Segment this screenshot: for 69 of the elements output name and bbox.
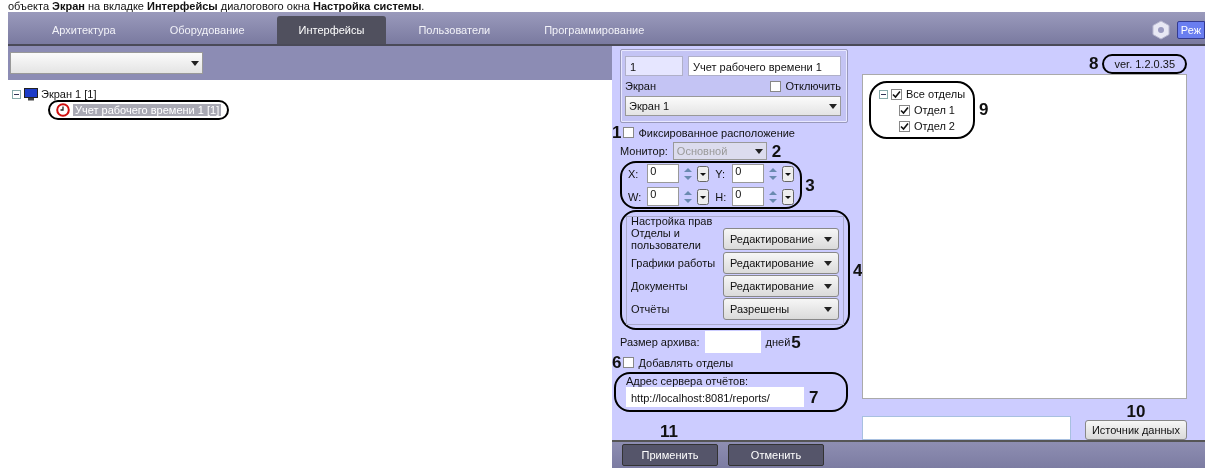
hexagon-icon[interactable]	[1150, 20, 1171, 40]
caret-icon	[824, 306, 832, 312]
dropdown-icon[interactable]	[697, 188, 710, 205]
coord-field[interactable]: 0	[647, 187, 680, 206]
callout-number: 5	[791, 333, 801, 351]
dropdown-icon[interactable]	[782, 188, 795, 205]
unit-label: дней	[765, 336, 791, 348]
callout-number: 7	[809, 388, 819, 406]
screen-dropdown[interactable]: Экран 1	[625, 96, 841, 116]
mode-button[interactable]: Реж	[1176, 21, 1205, 39]
archive-label: Размер архива:	[620, 336, 700, 348]
caret-icon	[754, 148, 763, 154]
monitor-label: Монитор:	[620, 145, 668, 157]
dropdown-icon[interactable]	[782, 165, 795, 182]
screen-label: Экран	[625, 80, 657, 92]
datasource-button[interactable]: Источник данных	[1084, 420, 1187, 440]
department-checkbox[interactable]: Все отделы	[891, 88, 966, 101]
add-departments-checkbox[interactable]: Добавлять отделы	[623, 356, 734, 369]
cancel-button[interactable]: Отменить	[728, 444, 824, 466]
apply-button[interactable]: Применить	[622, 444, 718, 466]
name-field[interactable]: Учет рабочего времени 1	[688, 56, 841, 76]
rights-dropdown[interactable]: Разрешены	[723, 298, 839, 320]
tab[interactable]: Интерфейсы	[276, 16, 387, 44]
rights-label: Документы	[631, 280, 689, 292]
fixed-position-checkbox[interactable]: Фиксированное расположение	[623, 126, 795, 139]
rights-dropdown[interactable]: Редактирование	[723, 252, 839, 274]
clock-icon	[56, 103, 70, 117]
collapse-icon[interactable]	[879, 90, 888, 99]
coord-field[interactable]: 0	[647, 164, 680, 183]
rights-dropdown[interactable]: Редактирование	[723, 275, 839, 297]
archive-field[interactable]	[704, 331, 761, 353]
coord-label: Y:	[715, 167, 727, 180]
disable-checkbox[interactable]: Отключить	[770, 80, 841, 92]
coord-field[interactable]: 0	[732, 164, 765, 183]
tree-item[interactable]: Экран 1 [1]	[41, 88, 97, 100]
document-caption: объекта Экран на вкладке Интерфейсы диалогового окна Настройка системы.	[7, 0, 426, 12]
coord-label: X:	[628, 167, 640, 180]
callout-number: 4	[853, 261, 863, 279]
callout-number: 9	[979, 101, 989, 119]
monitor-icon	[24, 87, 38, 101]
caret-icon	[829, 103, 837, 109]
callout-number: 6	[612, 354, 622, 371]
callout-number: 11	[658, 423, 680, 440]
rights-label: Отделы и пользователи	[631, 227, 702, 251]
coord-field[interactable]: 0	[732, 187, 765, 206]
callout-number: 8	[1089, 55, 1099, 73]
server-label: Адрес сервера отчётов:	[626, 375, 750, 387]
caret-icon	[824, 236, 832, 242]
dropdown-icon[interactable]	[697, 165, 710, 182]
caret-icon	[824, 283, 832, 289]
datasource-field[interactable]	[862, 416, 1071, 440]
coord-label: W:	[628, 190, 642, 203]
rights-label: Графики работы	[631, 257, 717, 269]
rights-group-title: Настройка прав	[631, 215, 714, 227]
caret-icon	[824, 260, 832, 266]
department-checkbox[interactable]: Отдел 1	[899, 104, 955, 117]
department-checkbox[interactable]: Отдел 2	[899, 120, 955, 133]
id-field[interactable]: 1	[625, 56, 683, 76]
server-field[interactable]: http://localhost:8081/reports/	[626, 387, 804, 407]
collapse-icon[interactable]	[12, 89, 21, 99]
coord-label: H:	[715, 190, 727, 203]
callout-number: 2	[771, 142, 782, 160]
rights-label: Отчёты	[631, 303, 671, 315]
callout-number: 10	[1126, 403, 1146, 420]
object-dropdown[interactable]	[10, 52, 203, 74]
callout-number: 1	[612, 124, 622, 141]
rights-dropdown[interactable]: Редактирование	[723, 228, 839, 250]
callout-number: 3	[805, 176, 815, 194]
caret-icon	[191, 60, 199, 66]
